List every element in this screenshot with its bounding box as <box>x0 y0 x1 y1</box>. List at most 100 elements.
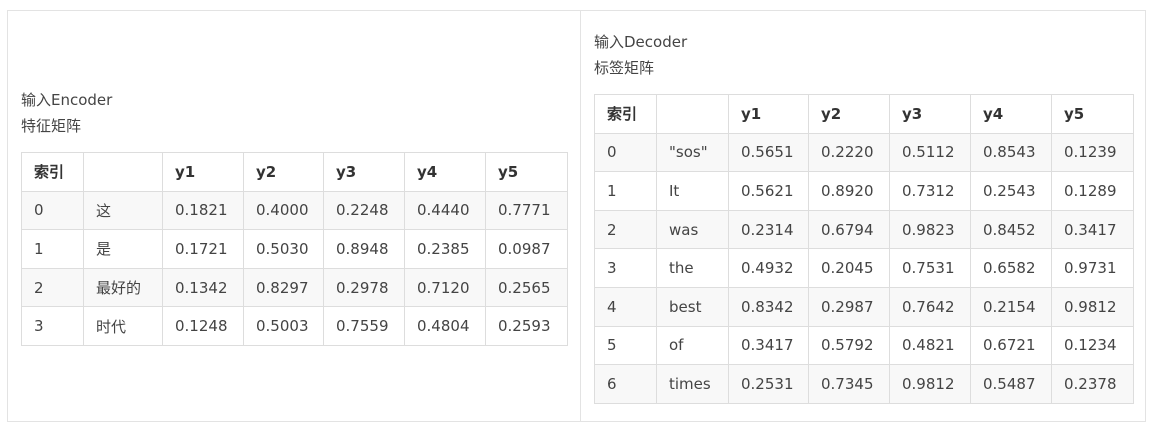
table-row: 6 times 0.2531 0.7345 0.9812 0.5487 0.2378 <box>594 364 1134 404</box>
table-cell-y3: 0.5112 <box>889 132 971 173</box>
table-cell-y2: 0.2045 <box>808 248 890 288</box>
table-cell-index: 2 <box>594 209 657 250</box>
table-cell-y2: 0.7345 <box>808 364 890 404</box>
table-cell-y4: 0.2385 <box>404 229 486 269</box>
table-row: 3 时代 0.1248 0.5003 0.7559 0.4804 0.2593 <box>21 306 568 346</box>
table-cell-index: 6 <box>594 364 657 404</box>
table-cell-token: "sos" <box>656 132 729 173</box>
table-cell-y4: 0.2543 <box>970 171 1052 211</box>
table-cell-y3: 0.7531 <box>889 248 971 288</box>
table-cell-y5: 0.9812 <box>1051 286 1134 327</box>
table-cell-y5: 0.0987 <box>485 229 568 269</box>
decoder-caption-title: 输入Decoder <box>594 33 688 51</box>
encoder-caption: 输入Encoder 特征矩阵 <box>21 87 112 139</box>
table-cell-y3: 0.7312 <box>889 171 971 211</box>
table-cell-y1: 0.4932 <box>728 248 809 288</box>
encoder-caption-title: 输入Encoder <box>21 91 113 109</box>
table-cell-token: 是 <box>83 229 163 269</box>
table-cell-y5: 0.2593 <box>485 306 568 346</box>
column-header-y2: y2 <box>243 152 324 192</box>
table-cell-index: 4 <box>594 286 657 327</box>
column-header-y5: y5 <box>1051 94 1134 134</box>
table-cell-y4: 0.4804 <box>404 306 486 346</box>
table-cell-y4: 0.5487 <box>970 364 1052 404</box>
column-header-token <box>656 94 729 134</box>
table-cell-y3: 0.8948 <box>323 229 405 269</box>
table-cell-y2: 0.8920 <box>808 171 890 211</box>
table-cell-token: the <box>656 248 729 288</box>
table-header-row: 索引 y1 y2 y3 y4 y5 <box>594 94 1134 134</box>
column-header-token <box>83 152 163 192</box>
table-cell-y1: 0.2531 <box>728 364 809 404</box>
table-cell-y3: 0.4821 <box>889 325 971 366</box>
column-header-y4: y4 <box>404 152 486 192</box>
column-header-y4: y4 <box>970 94 1052 134</box>
table-cell-y4: 0.7120 <box>404 267 486 308</box>
decoder-label-table: 索引 y1 y2 y3 y4 y5 0 "sos" 0.5651 0.2220 0.5112 0.8… <box>594 94 1134 404</box>
table-cell-y3: 0.2248 <box>323 190 405 231</box>
column-header-y3: y3 <box>889 94 971 134</box>
table-cell-index: 3 <box>594 248 657 288</box>
column-header-index: 索引 <box>594 94 657 134</box>
table-row: 5 of 0.3417 0.5792 0.4821 0.6721 0.1234 <box>594 325 1134 366</box>
encoder-caption-subtitle: 特征矩阵 <box>21 117 82 135</box>
column-header-y1: y1 <box>728 94 809 134</box>
table-cell-y1: 0.5651 <box>728 132 809 173</box>
decoder-caption-subtitle: 标签矩阵 <box>594 59 655 77</box>
table-row: 2 最好的 0.1342 0.8297 0.2978 0.7120 0.2565 <box>21 267 568 308</box>
table-cell-y1: 0.1248 <box>162 306 244 346</box>
table-cell-y1: 0.1721 <box>162 229 244 269</box>
table-cell-y4: 0.6721 <box>970 325 1052 366</box>
table-row: 4 best 0.8342 0.2987 0.7642 0.2154 0.9812 <box>594 286 1134 327</box>
table-cell-y2: 0.8297 <box>243 267 324 308</box>
decoder-caption: 输入Decoder 标签矩阵 <box>594 29 687 81</box>
column-header-y2: y2 <box>808 94 890 134</box>
table-cell-y5: 0.2378 <box>1051 364 1134 404</box>
table-cell-y5: 0.9731 <box>1051 248 1134 288</box>
table-cell-y5: 0.2565 <box>485 267 568 308</box>
table-cell-y4: 0.8543 <box>970 132 1052 173</box>
encoder-feature-table: 索引 y1 y2 y3 y4 y5 0 这 0.1821 0.4000 0.2248 0.4440 0… <box>21 152 568 346</box>
table-cell-y2: 0.2220 <box>808 132 890 173</box>
column-header-y3: y3 <box>323 152 405 192</box>
table-row: 1 是 0.1721 0.5030 0.8948 0.2385 0.0987 <box>21 229 568 269</box>
table-cell-y2: 0.5003 <box>243 306 324 346</box>
table-row: 1 It 0.5621 0.8920 0.7312 0.2543 0.1289 <box>594 171 1134 211</box>
table-cell-y1: 0.5621 <box>728 171 809 211</box>
table-cell-token: 最好的 <box>83 267 163 308</box>
table-cell-y5: 0.1239 <box>1051 132 1134 173</box>
table-cell-y2: 0.5030 <box>243 229 324 269</box>
table-cell-token: times <box>656 364 729 404</box>
table-cell-y5: 0.7771 <box>485 190 568 231</box>
table-cell-y1: 0.1342 <box>162 267 244 308</box>
table-cell-y3: 0.9812 <box>889 364 971 404</box>
table-cell-y2: 0.2987 <box>808 286 890 327</box>
table-cell-y1: 0.8342 <box>728 286 809 327</box>
table-row: 0 "sos" 0.5651 0.2220 0.5112 0.8543 0.1239 <box>594 132 1134 173</box>
table-cell-token: best <box>656 286 729 327</box>
table-cell-y4: 0.8452 <box>970 209 1052 250</box>
table-cell-y3: 0.9823 <box>889 209 971 250</box>
table-cell-index: 2 <box>21 267 84 308</box>
table-cell-y5: 0.1234 <box>1051 325 1134 366</box>
table-cell-y4: 0.6582 <box>970 248 1052 288</box>
column-header-y5: y5 <box>485 152 568 192</box>
table-cell-index: 0 <box>594 132 657 173</box>
table-cell-y3: 0.2978 <box>323 267 405 308</box>
table-cell-y1: 0.2314 <box>728 209 809 250</box>
table-cell-token: was <box>656 209 729 250</box>
table-cell-y3: 0.7642 <box>889 286 971 327</box>
column-divider <box>580 10 581 422</box>
table-cell-token: 这 <box>83 190 163 231</box>
table-cell-index: 5 <box>594 325 657 366</box>
table-cell-y3: 0.7559 <box>323 306 405 346</box>
table-cell-y5: 0.3417 <box>1051 209 1134 250</box>
table-row: 0 这 0.1821 0.4000 0.2248 0.4440 0.7771 <box>21 190 568 231</box>
table-row: 3 the 0.4932 0.2045 0.7531 0.6582 0.9731 <box>594 248 1134 288</box>
table-cell-y4: 0.2154 <box>970 286 1052 327</box>
table-cell-y4: 0.4440 <box>404 190 486 231</box>
table-cell-index: 3 <box>21 306 84 346</box>
table-cell-token: 时代 <box>83 306 163 346</box>
table-cell-index: 1 <box>594 171 657 211</box>
table-cell-y2: 0.5792 <box>808 325 890 366</box>
